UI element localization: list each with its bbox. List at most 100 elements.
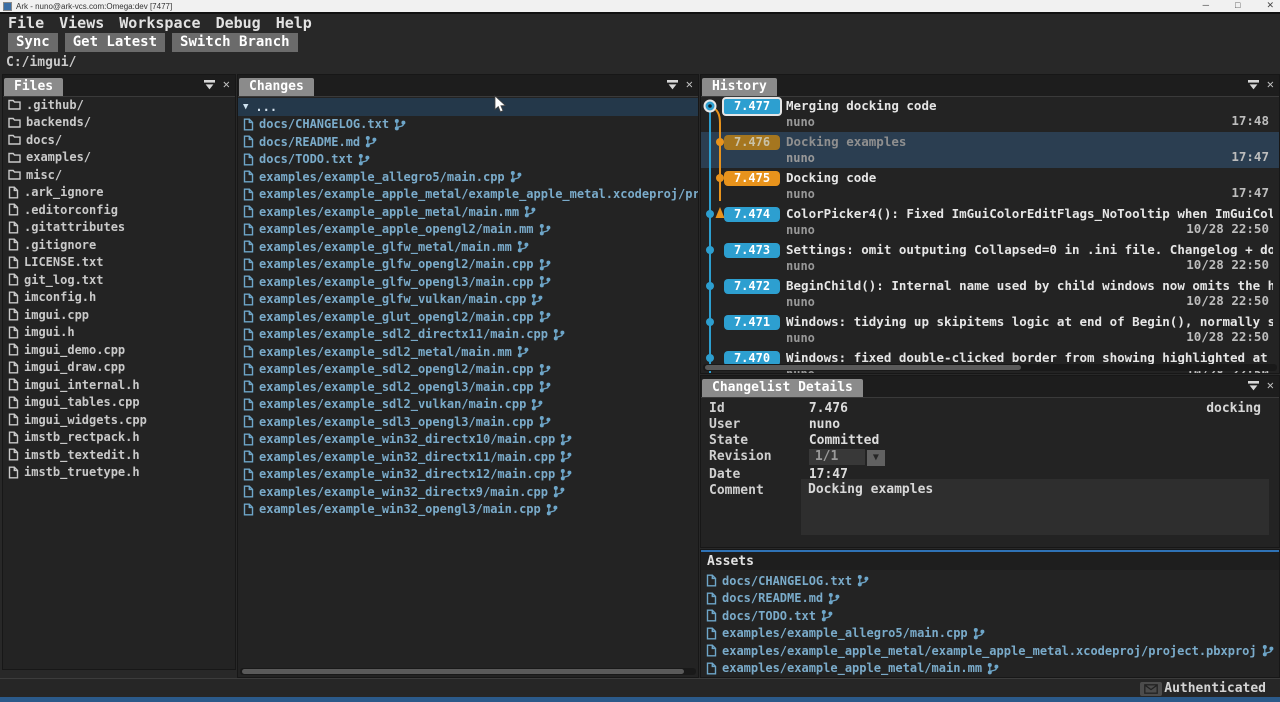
menu-item-workspace[interactable]: Workspace [119, 14, 200, 32]
close-panel-icon[interactable]: ✕ [223, 78, 230, 91]
changes-hscrollbar[interactable] [240, 668, 696, 675]
comment-box[interactable]: Docking examples [801, 479, 1269, 535]
file-tree-item[interactable]: imgui_internal.h [3, 376, 235, 394]
asset-item[interactable]: examples/example_apple_metal/example_app… [701, 642, 1279, 660]
changelist-badge[interactable]: 7.477 [722, 97, 782, 116]
changed-file-item[interactable]: examples/example_apple_metal/main.mm [238, 203, 698, 221]
history-entry[interactable]: 7.477Merging docking codenuno17:48 [701, 96, 1279, 132]
changed-file-item[interactable]: examples/example_glfw_opengl3/main.cpp [238, 273, 698, 291]
asset-item[interactable]: docs/CHANGELOG.txt [701, 572, 1279, 590]
file-tree-item[interactable]: misc/ [3, 166, 235, 184]
file-tree-item[interactable]: imstb_textedit.h [3, 446, 235, 464]
get-latest-button[interactable]: Get Latest [65, 33, 165, 52]
changes-root-row[interactable]: ▼... [238, 98, 698, 116]
file-tree-item[interactable]: imgui_demo.cpp [3, 341, 235, 359]
changed-file-item[interactable]: docs/TODO.txt [238, 151, 698, 169]
mail-icon[interactable] [1140, 682, 1162, 696]
history-entry[interactable]: 7.475Docking codenuno17:47 [701, 168, 1279, 204]
changed-file-item[interactable]: examples/example_glfw_metal/main.mm [238, 238, 698, 256]
changed-file-item[interactable]: examples/example_glut_opengl2/main.cpp [238, 308, 698, 326]
filter-icon[interactable] [666, 79, 679, 90]
history-entry[interactable]: 7.473Settings: omit outputing Collapsed=… [701, 240, 1279, 276]
changed-file-item[interactable]: examples/example_sdl2_vulkan/main.cpp [238, 396, 698, 414]
changed-file-item[interactable]: examples/example_win32_directx9/main.cpp [238, 483, 698, 501]
close-panel-icon[interactable]: ✕ [1267, 78, 1274, 91]
switch-branch-button[interactable]: Switch Branch [172, 33, 298, 52]
changed-file-item[interactable]: examples/example_sdl2_metal/main.mm [238, 343, 698, 361]
file-tree-item[interactable]: imstb_rectpack.h [3, 429, 235, 447]
file-tree-item[interactable]: examples/ [3, 149, 235, 167]
filter-icon[interactable] [1247, 79, 1260, 90]
asset-item[interactable]: examples/example_allegro5/main.cpp [701, 625, 1279, 643]
menu-item-debug[interactable]: Debug [216, 14, 261, 32]
changelist-badge[interactable]: 7.471 [724, 315, 780, 330]
tab-changelist-details[interactable]: Changelist Details [702, 379, 863, 397]
menu-item-views[interactable]: Views [59, 14, 104, 32]
tab-history[interactable]: History [702, 78, 777, 96]
changed-file-item[interactable]: docs/README.md [238, 133, 698, 151]
branch-icon [553, 485, 565, 498]
file-tree-item[interactable]: .editorconfig [3, 201, 235, 219]
sync-button[interactable]: Sync [8, 33, 58, 52]
file-tree-item[interactable]: git_log.txt [3, 271, 235, 289]
asset-item[interactable]: docs/README.md [701, 590, 1279, 608]
file-tree-item[interactable]: .gitignore [3, 236, 235, 254]
changelist-badge[interactable]: 7.475 [724, 171, 780, 186]
commit-user: nuno [786, 331, 815, 345]
file-tree-item[interactable]: LICENSE.txt [3, 254, 235, 272]
changelist-badge[interactable]: 7.476 [724, 135, 780, 150]
filter-icon[interactable] [1247, 380, 1260, 391]
changed-file-item[interactable]: examples/example_apple_metal/example_app… [238, 186, 698, 204]
menu-item-help[interactable]: Help [276, 14, 312, 32]
asset-item[interactable]: examples/example_apple_metal/main.mm [701, 660, 1279, 678]
changed-file-item[interactable]: examples/example_sdl2_opengl2/main.cpp [238, 361, 698, 379]
close-panel-icon[interactable]: ✕ [686, 78, 693, 91]
changed-file-item[interactable]: examples/example_win32_directx12/main.cp… [238, 466, 698, 484]
filter-icon[interactable] [203, 79, 216, 90]
changed-file-item[interactable]: examples/example_glfw_opengl2/main.cpp [238, 256, 698, 274]
changed-file-item[interactable]: examples/example_win32_directx10/main.cp… [238, 431, 698, 449]
file-tree-item[interactable]: imgui_tables.cpp [3, 394, 235, 412]
file-tree-item[interactable]: imgui_draw.cpp [3, 359, 235, 377]
scrollbar-thumb[interactable] [242, 669, 684, 674]
changed-file-item[interactable]: examples/example_sdl2_opengl3/main.cpp [238, 378, 698, 396]
maximize-button[interactable]: □ [1235, 0, 1240, 11]
file-tree-item[interactable]: imstb_truetype.h [3, 464, 235, 482]
revision-dropdown[interactable]: ▼ [867, 450, 885, 466]
changed-file-item[interactable]: docs/CHANGELOG.txt [238, 116, 698, 134]
history-hscrollbar[interactable] [703, 364, 1277, 371]
file-tree-item[interactable]: imgui_widgets.cpp [3, 411, 235, 429]
file-tree-item[interactable]: imgui.cpp [3, 306, 235, 324]
changed-file-item[interactable]: examples/example_win32_directx11/main.cp… [238, 448, 698, 466]
changed-file-item[interactable]: examples/example_win32_opengl3/main.cpp [238, 501, 698, 519]
close-panel-icon[interactable]: ✕ [1267, 379, 1274, 392]
history-entry[interactable]: 7.472BeginChild(): Internal name used by… [701, 276, 1279, 312]
file-tree-item[interactable]: docs/ [3, 131, 235, 149]
menu-item-file[interactable]: File [8, 14, 44, 32]
file-tree-item[interactable]: .github/ [3, 96, 235, 114]
history-entry[interactable]: 7.474ColorPicker4(): Fixed ImGuiColorEdi… [701, 204, 1279, 240]
file-icon [706, 574, 717, 587]
scrollbar-thumb[interactable] [705, 365, 1021, 370]
file-tree-item[interactable]: imconfig.h [3, 289, 235, 307]
close-button[interactable]: ✕ [1266, 0, 1274, 11]
changed-file-item[interactable]: examples/example_sdl2_directx11/main.cpp [238, 326, 698, 344]
changelist-badge[interactable]: 7.472 [724, 279, 780, 294]
expand-arrow-icon[interactable]: ▼ [243, 102, 248, 112]
changed-file-item[interactable]: examples/example_sdl3_opengl3/main.cpp [238, 413, 698, 431]
history-entry[interactable]: 7.476Docking examplesnuno17:47 [701, 132, 1279, 168]
asset-item[interactable]: docs/TODO.txt [701, 607, 1279, 625]
tab-changes[interactable]: Changes [239, 78, 314, 96]
changed-file-item[interactable]: examples/example_allegro5/main.cpp [238, 168, 698, 186]
changelist-badge[interactable]: 7.473 [724, 243, 780, 258]
changed-file-item[interactable]: examples/example_apple_opengl2/main.mm [238, 221, 698, 239]
file-tree-item[interactable]: .gitattributes [3, 219, 235, 237]
minimize-button[interactable]: ─ [1203, 0, 1209, 11]
file-tree-item[interactable]: .ark_ignore [3, 184, 235, 202]
changed-file-item[interactable]: examples/example_glfw_vulkan/main.cpp [238, 291, 698, 309]
file-tree-item[interactable]: backends/ [3, 114, 235, 132]
file-tree-item[interactable]: imgui.h [3, 324, 235, 342]
history-entry[interactable]: 7.471Windows: tidying up skipitems logic… [701, 312, 1279, 348]
changelist-badge[interactable]: 7.474 [724, 207, 780, 222]
tab-files[interactable]: Files [4, 78, 63, 96]
